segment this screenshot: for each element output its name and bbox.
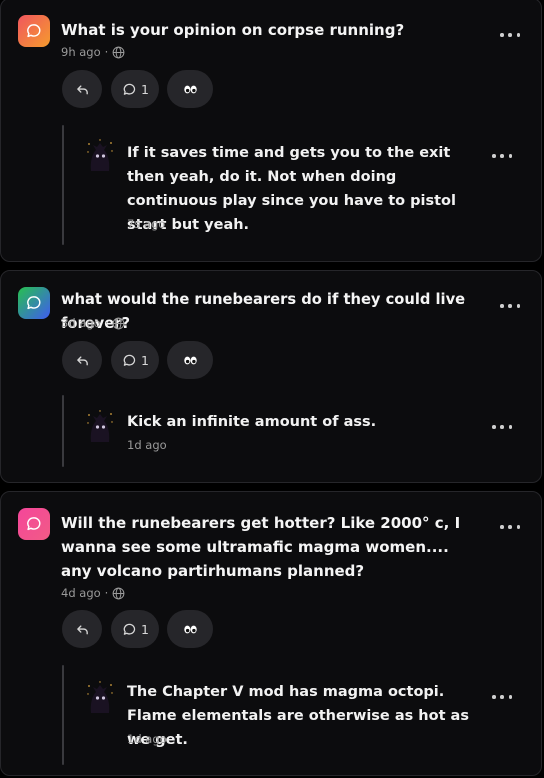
reply-thread-line bbox=[62, 395, 64, 467]
reply-arrow-icon bbox=[76, 355, 88, 365]
reaction-button[interactable] bbox=[167, 610, 213, 648]
reply-text: Kick an infinite amount of ass. bbox=[127, 414, 377, 430]
speech-bubble-icon bbox=[27, 517, 41, 531]
comments-button[interactable]: 1 bbox=[111, 70, 159, 108]
question-card: what would the runebearers do if they co… bbox=[0, 270, 542, 483]
reply-avatar bbox=[87, 139, 113, 171]
reply-text: If it saves time and gets you to the exi… bbox=[127, 145, 456, 233]
reply-button[interactable] bbox=[62, 610, 102, 648]
question-text: Will the runebearers get hotter? Like 20… bbox=[61, 514, 461, 580]
question-text: What is your opinion on corpse running? bbox=[61, 21, 405, 39]
reply-time: 7s ago bbox=[127, 217, 166, 231]
globe-icon bbox=[112, 317, 125, 329]
separator-dot: · bbox=[104, 586, 109, 600]
reply-text: The Chapter V mod has magma octopi. Flam… bbox=[127, 684, 469, 748]
question-time: 9h ago bbox=[61, 45, 101, 59]
reply-button[interactable] bbox=[62, 341, 102, 379]
reply-more-options-button[interactable] bbox=[492, 690, 512, 704]
eyes-icon bbox=[183, 356, 197, 364]
question-card: What is your opinion on corpse running? … bbox=[0, 0, 542, 262]
more-options-button[interactable] bbox=[500, 28, 520, 42]
speech-bubble-icon bbox=[27, 24, 41, 38]
reaction-button[interactable] bbox=[167, 341, 213, 379]
question-meta: 9h ago · bbox=[61, 45, 125, 59]
eyes-icon bbox=[183, 625, 197, 633]
globe-icon bbox=[112, 46, 125, 58]
more-options-button[interactable] bbox=[500, 299, 520, 313]
more-options-button[interactable] bbox=[500, 520, 520, 534]
reply-arrow-icon bbox=[76, 84, 88, 94]
reply-button[interactable] bbox=[62, 70, 102, 108]
comment-icon bbox=[123, 354, 136, 366]
reply-thread-line bbox=[62, 125, 64, 245]
reply-avatar bbox=[87, 410, 113, 442]
comment-icon bbox=[123, 623, 136, 635]
reply-more-options-button[interactable] bbox=[492, 149, 512, 163]
comment-icon bbox=[123, 83, 136, 95]
separator-dot: · bbox=[104, 45, 109, 59]
comment-count: 1 bbox=[141, 352, 149, 368]
comment-count: 1 bbox=[141, 81, 149, 97]
reply-time: 1d ago bbox=[127, 438, 167, 452]
question-card: Will the runebearers get hotter? Like 20… bbox=[0, 491, 542, 776]
question-meta: 4d ago · bbox=[61, 586, 125, 600]
comments-button[interactable]: 1 bbox=[111, 341, 159, 379]
globe-icon bbox=[112, 587, 125, 599]
reply-time: 1d ago bbox=[127, 732, 167, 746]
question-time: 3d ago bbox=[61, 316, 101, 330]
question-text: what would the runebearers do if they co… bbox=[61, 291, 466, 332]
comment-count: 1 bbox=[141, 621, 149, 637]
reply-avatar bbox=[87, 681, 113, 713]
reply-more-options-button[interactable] bbox=[492, 420, 512, 434]
speech-bubble-icon bbox=[27, 296, 41, 310]
question-meta: 3d ago · bbox=[61, 316, 125, 330]
reply-thread-line bbox=[62, 665, 64, 765]
question-time: 4d ago bbox=[61, 586, 101, 600]
question-avatar bbox=[18, 287, 50, 319]
comments-button[interactable]: 1 bbox=[111, 610, 159, 648]
question-avatar bbox=[18, 15, 50, 47]
question-avatar bbox=[18, 508, 50, 540]
reply-arrow-icon bbox=[76, 624, 88, 634]
separator-dot: · bbox=[104, 316, 109, 330]
reaction-button[interactable] bbox=[167, 70, 213, 108]
eyes-icon bbox=[183, 85, 197, 93]
